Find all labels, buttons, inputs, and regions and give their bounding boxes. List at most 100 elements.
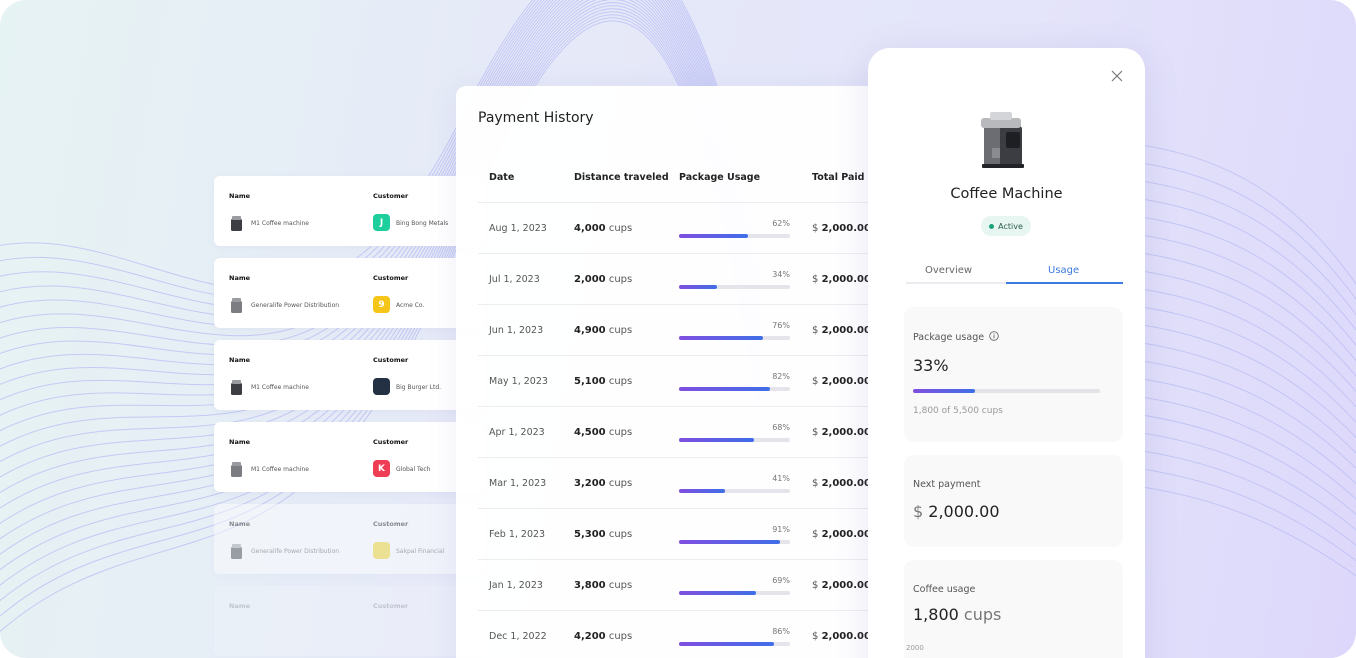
payment-history-title: Payment History	[478, 110, 594, 126]
customer-logo-icon	[373, 542, 390, 559]
table-row[interactable]: Apr 1, 2023 4,500 cups 68% $ 2,000.00	[478, 406, 884, 457]
card-device-name: Generalife Power Distribution	[251, 548, 340, 555]
row-date: Aug 1, 2023	[489, 223, 547, 234]
row-date: Jul 1, 2023	[489, 274, 540, 285]
row-usage-bar-fill	[679, 540, 780, 544]
row-cups-value: 3,200	[574, 478, 606, 489]
device-card[interactable]: Name Customer M1 Coffee machine J Bing B…	[214, 176, 484, 246]
column-header-package-usage[interactable]: Package Usage	[679, 172, 760, 183]
row-usage-bar-fill	[679, 438, 755, 442]
device-detail-panel: Coffee Machine Active Overview Usage Pac…	[868, 48, 1145, 658]
info-icon[interactable]	[989, 331, 999, 341]
row-usage-percent: 41%	[772, 474, 790, 483]
card-customer-header: Customer	[373, 356, 409, 364]
device-title: Coffee Machine	[950, 186, 1063, 202]
table-row[interactable]: Jul 1, 2023 2,000 cups 34% $ 2,000.00	[478, 253, 884, 304]
row-date: Jun 1, 2023	[489, 325, 544, 336]
row-cups-unit: cups	[608, 274, 633, 285]
row-usage-bar-fill	[679, 234, 748, 238]
device-card[interactable]: Name Customer Generalife Power Distribut…	[214, 258, 484, 328]
row-total-paid: $ 2,000.00	[812, 325, 871, 336]
tab-overview[interactable]: Overview	[925, 265, 972, 276]
machine-thumbnail-icon	[231, 462, 242, 477]
row-total-paid: $ 2,000.00	[812, 529, 871, 540]
row-currency: $	[812, 580, 819, 591]
tab-underline	[906, 282, 1123, 284]
coffee-usage-label: Coffee usage	[913, 584, 976, 595]
row-amount: 2,000.00	[821, 631, 871, 642]
customer-logo-mark: J	[379, 217, 384, 228]
card-device-name: M1 Coffee machine	[251, 384, 309, 391]
tab-usage[interactable]: Usage	[1048, 265, 1079, 276]
row-cups-value: 2,000	[574, 274, 606, 285]
card-customer-name: Sakpal Financial	[396, 548, 445, 555]
card-name-header: Name	[229, 438, 251, 446]
package-usage-progress-fill	[913, 389, 975, 393]
customer-logo-icon: 9	[373, 296, 390, 313]
row-currency: $	[812, 631, 819, 642]
device-card[interactable]: Name Customer M1 Coffee machine Big Burg…	[214, 340, 484, 410]
card-name-header: Name	[229, 274, 251, 282]
customer-logo-mark: 9	[378, 299, 385, 310]
row-usage-bar-fill	[679, 387, 771, 391]
row-distance: 2,000 cups	[574, 274, 632, 285]
coffee-usage-unit: cups	[963, 605, 1002, 624]
card-name-header: Name	[229, 356, 251, 364]
row-total-paid: $ 2,000.00	[812, 223, 871, 234]
card-device-name: M1 Coffee machine	[251, 220, 309, 227]
row-distance: 4,500 cups	[574, 427, 632, 438]
card-customer-header: Customer	[373, 602, 409, 610]
row-total-paid: $ 2,000.00	[812, 580, 871, 591]
row-usage-bar-fill	[679, 642, 775, 646]
package-usage-subtext: 1,800 of 5,500 cups	[913, 406, 1003, 416]
table-row[interactable]: Jan 1, 2023 3,800 cups 69% $ 2,000.00	[478, 559, 884, 610]
row-total-paid: $ 2,000.00	[812, 274, 871, 285]
row-amount: 2,000.00	[821, 223, 871, 234]
card-customer-header: Customer	[373, 192, 409, 200]
card-name-header: Name	[229, 602, 251, 610]
close-icon[interactable]	[1111, 70, 1123, 82]
table-row[interactable]: Feb 1, 2023 5,300 cups 91% $ 2,000.00	[478, 508, 884, 559]
row-usage-percent: 62%	[772, 219, 790, 228]
row-cups-unit: cups	[608, 325, 633, 336]
row-currency: $	[812, 325, 819, 336]
row-cups-value: 4,200	[574, 631, 606, 642]
table-row[interactable]: Dec 1, 2022 4,200 cups 86% $ 2,000.00	[478, 610, 884, 658]
row-distance: 5,100 cups	[574, 376, 632, 387]
table-row[interactable]: Jun 1, 2023 4,900 cups 76% $ 2,000.00	[478, 304, 884, 355]
payment-history-panel: Payment History Date Distance traveled P…	[456, 86, 896, 658]
table-row[interactable]: Aug 1, 2023 4,000 cups 62% $ 2,000.00	[478, 202, 884, 253]
device-card-ghost: Name Customer	[214, 586, 484, 656]
next-payment-card: Next payment $ 2,000.00	[904, 455, 1123, 547]
row-cups-unit: cups	[608, 580, 633, 591]
row-amount: 2,000.00	[821, 274, 871, 285]
row-currency: $	[812, 427, 819, 438]
row-date: Feb 1, 2023	[489, 529, 546, 540]
row-usage-percent: 68%	[772, 423, 790, 432]
row-cups-unit: cups	[608, 631, 633, 642]
row-usage-bar	[679, 438, 790, 442]
card-customer-name: Acme Co.	[396, 302, 425, 309]
row-cups-unit: cups	[608, 376, 633, 387]
row-usage-bar	[679, 234, 790, 238]
coffee-usage-value: 1,800 cups	[913, 605, 1001, 624]
row-cups-unit: cups	[608, 478, 633, 489]
device-card[interactable]: Name Customer M1 Coffee machine K Global…	[214, 422, 484, 492]
column-header-date[interactable]: Date	[489, 172, 514, 183]
table-row[interactable]: May 1, 2023 5,100 cups 82% $ 2,000.00	[478, 355, 884, 406]
card-name-header: Name	[229, 520, 251, 528]
row-usage-percent: 91%	[772, 525, 790, 534]
row-usage-bar	[679, 336, 790, 340]
column-header-distance[interactable]: Distance traveled	[574, 172, 669, 183]
column-header-total-paid[interactable]: Total Paid	[812, 172, 864, 183]
device-card[interactable]: Name Customer Generalife Power Distribut…	[214, 504, 484, 574]
coffee-usage-number: 1,800	[913, 605, 959, 624]
table-row[interactable]: Mar 1, 2023 3,200 cups 41% $ 2,000.00	[478, 457, 884, 508]
row-usage-bar-fill	[679, 336, 764, 340]
status-label: Active	[998, 221, 1023, 231]
machine-thumbnail-icon	[231, 216, 242, 231]
card-customer-name: Big Burger Ltd.	[396, 384, 442, 391]
row-distance: 3,800 cups	[574, 580, 632, 591]
row-usage-bar-fill	[679, 591, 756, 595]
row-amount: 2,000.00	[821, 529, 871, 540]
